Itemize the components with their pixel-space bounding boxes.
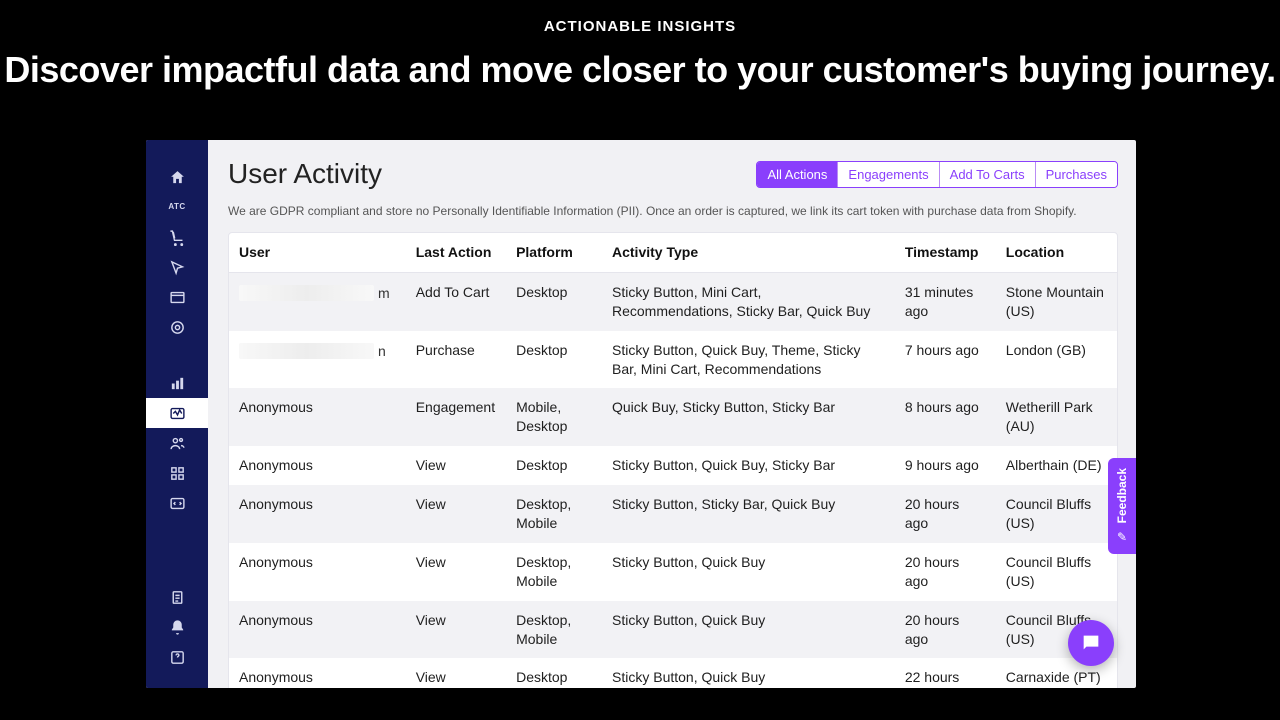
cell-platform: Desktop — [506, 658, 602, 688]
page-subtext: We are GDPR compliant and store no Perso… — [228, 204, 1118, 218]
cell-timestamp: 9 hours ago — [895, 446, 996, 485]
atc-icon[interactable]: ATC — [146, 192, 208, 222]
cell-platform: Desktop — [506, 331, 602, 389]
cart-icon[interactable] — [146, 222, 208, 252]
apps-icon[interactable] — [146, 458, 208, 488]
filter-add-to-carts[interactable]: Add To Carts — [940, 162, 1036, 187]
cell-activity-type: Sticky Button, Quick Buy, Theme, Sticky … — [602, 331, 895, 389]
cell-last-action: Engagement — [406, 388, 506, 446]
filter-engagements[interactable]: Engagements — [838, 162, 939, 187]
users-icon[interactable] — [146, 428, 208, 458]
table-row: AnonymousViewDesktop, MobileSticky Butto… — [229, 601, 1117, 659]
cell-timestamp: 31 minutes ago — [895, 272, 996, 330]
help-icon[interactable] — [146, 642, 208, 672]
cell-timestamp: 20 hours ago — [895, 601, 996, 659]
activity-table: User Last Action Platform Activity Type … — [228, 232, 1118, 688]
cell-activity-type: Quick Buy, Sticky Button, Sticky Bar — [602, 388, 895, 446]
hero-eyebrow: ACTIONABLE INSIGHTS — [0, 18, 1280, 35]
col-timestamp: Timestamp — [895, 233, 996, 272]
filter-all-actions[interactable]: All Actions — [757, 162, 838, 187]
table-row: AnonymousViewDesktop, MobileSticky Butto… — [229, 543, 1117, 601]
cell-location: London (GB) — [996, 331, 1117, 389]
cell-timestamp: 20 hours ago — [895, 543, 996, 601]
app-window: ATC — [146, 140, 1136, 688]
redacted-user — [239, 285, 374, 301]
table-row: mAdd To CartDesktopSticky Button, Mini C… — [229, 272, 1117, 330]
col-location: Location — [996, 233, 1117, 272]
cursor-icon[interactable] — [146, 252, 208, 282]
cell-activity-type: Sticky Button, Sticky Bar, Quick Buy — [602, 485, 895, 543]
home-icon[interactable] — [146, 162, 208, 192]
clipboard-icon[interactable] — [146, 582, 208, 612]
table-row: AnonymousViewDesktopSticky Button, Quick… — [229, 446, 1117, 485]
col-platform: Platform — [506, 233, 602, 272]
target-icon[interactable] — [146, 312, 208, 342]
table-row: AnonymousViewDesktop, MobileSticky Butto… — [229, 485, 1117, 543]
cell-timestamp: 20 hours ago — [895, 485, 996, 543]
col-user: User — [229, 233, 406, 272]
cell-user: Anonymous — [229, 485, 406, 543]
cell-last-action: Purchase — [406, 331, 506, 389]
cell-user: Anonymous — [229, 543, 406, 601]
cell-location: Council Bluffs (US) — [996, 485, 1117, 543]
bell-icon[interactable] — [146, 612, 208, 642]
chat-icon — [1080, 632, 1102, 654]
cell-user: Anonymous — [229, 388, 406, 446]
cell-timestamp: 22 hours ago — [895, 658, 996, 688]
cell-user: Anonymous — [229, 658, 406, 688]
cell-user: Anonymous — [229, 601, 406, 659]
cell-last-action: Add To Cart — [406, 272, 506, 330]
feedback-tab[interactable]: Feedback ✎ — [1108, 458, 1136, 554]
table-row: nPurchaseDesktopSticky Button, Quick Buy… — [229, 331, 1117, 389]
redacted-user — [239, 343, 374, 359]
cell-last-action: View — [406, 446, 506, 485]
cell-location: Stone Mountain (US) — [996, 272, 1117, 330]
cell-activity-type: Sticky Button, Mini Cart, Recommendation… — [602, 272, 895, 330]
main-content: User Activity All Actions Engagements Ad… — [208, 140, 1136, 688]
cell-location: Wetherill Park (AU) — [996, 388, 1117, 446]
cell-activity-type: Sticky Button, Quick Buy — [602, 543, 895, 601]
cell-platform: Desktop, Mobile — [506, 601, 602, 659]
filter-purchases[interactable]: Purchases — [1036, 162, 1117, 187]
cell-last-action: View — [406, 485, 506, 543]
code-icon[interactable] — [146, 488, 208, 518]
table-row: AnonymousEngagementMobile, DesktopQuick … — [229, 388, 1117, 446]
hero-headline: Discover impactful data and move closer … — [0, 49, 1280, 91]
analytics-icon[interactable] — [146, 368, 208, 398]
col-activity-type: Activity Type — [602, 233, 895, 272]
table-row: AnonymousViewDesktopSticky Button, Quick… — [229, 658, 1117, 688]
cell-last-action: View — [406, 658, 506, 688]
cell-user: Anonymous — [229, 446, 406, 485]
cell-location: Council Bluffs (US) — [996, 543, 1117, 601]
filter-tabs: All Actions Engagements Add To Carts Pur… — [756, 161, 1118, 188]
cell-platform: Mobile, Desktop — [506, 388, 602, 446]
chat-button[interactable] — [1068, 620, 1114, 666]
cell-platform: Desktop — [506, 446, 602, 485]
cell-activity-type: Sticky Button, Quick Buy, Sticky Bar — [602, 446, 895, 485]
activity-icon[interactable] — [146, 398, 208, 428]
cell-user: n — [229, 331, 406, 389]
page-title: User Activity — [228, 158, 382, 190]
cell-timestamp: 8 hours ago — [895, 388, 996, 446]
cell-activity-type: Sticky Button, Quick Buy — [602, 601, 895, 659]
cell-platform: Desktop, Mobile — [506, 543, 602, 601]
cell-last-action: View — [406, 543, 506, 601]
cell-location: Alberthain (DE) — [996, 446, 1117, 485]
sidebar: ATC — [146, 140, 208, 688]
cell-last-action: View — [406, 601, 506, 659]
cell-user: m — [229, 272, 406, 330]
col-last-action: Last Action — [406, 233, 506, 272]
cell-timestamp: 7 hours ago — [895, 331, 996, 389]
feedback-icon: ✎ — [1117, 530, 1127, 544]
cell-activity-type: Sticky Button, Quick Buy — [602, 658, 895, 688]
cell-platform: Desktop, Mobile — [506, 485, 602, 543]
window-icon[interactable] — [146, 282, 208, 312]
feedback-label: Feedback — [1115, 468, 1129, 523]
cell-platform: Desktop — [506, 272, 602, 330]
